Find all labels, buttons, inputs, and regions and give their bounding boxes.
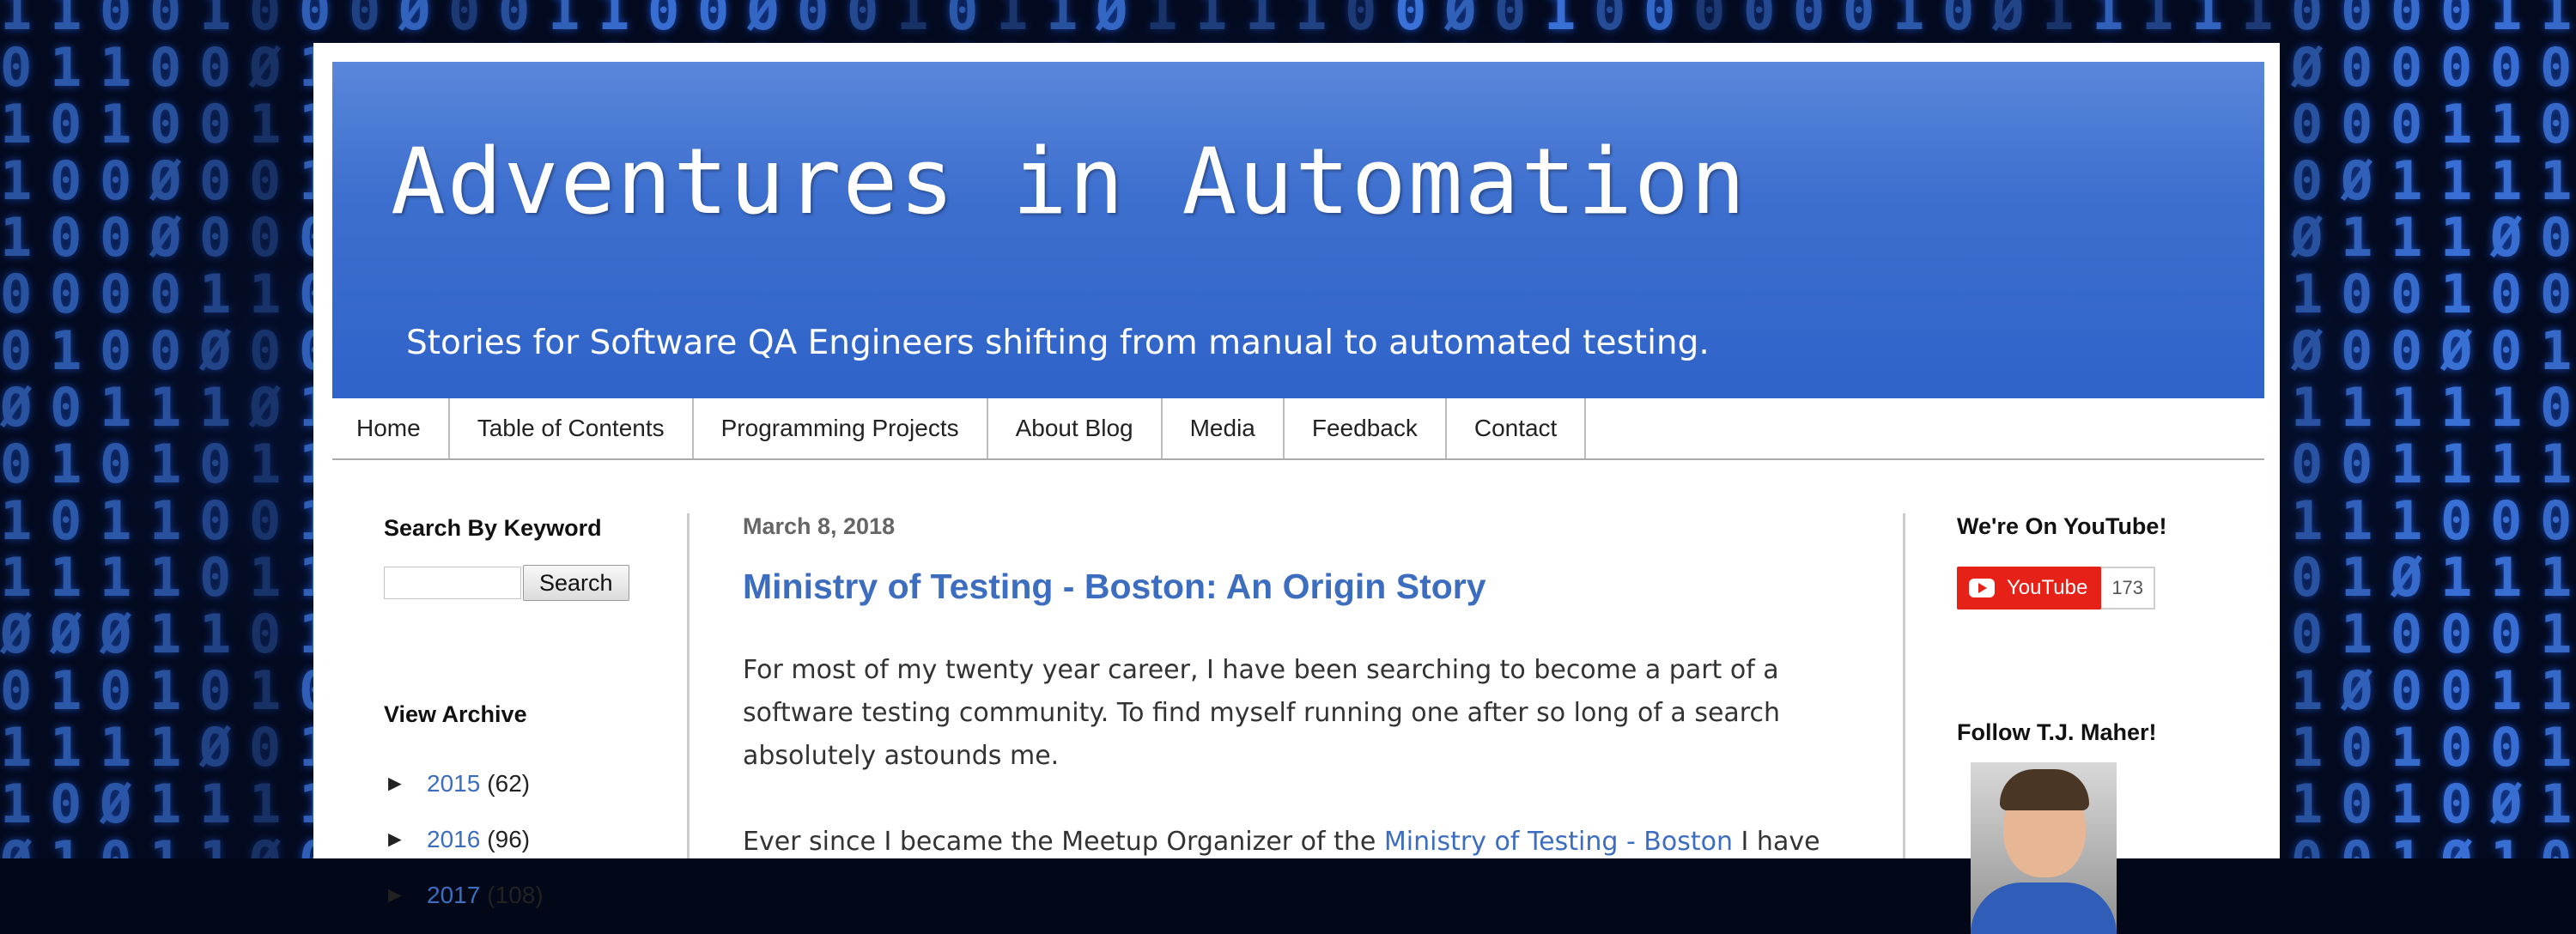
expand-triangle-icon[interactable]: ► — [384, 826, 427, 852]
matrix-code-column: 0 Ø 1 0 0 1 0 Ø 1 0 1 0 1 0 1 Ø Ø — [249, 0, 282, 858]
ministry-of-testing-link[interactable]: Ministry of Testing - Boston — [1384, 827, 1733, 857]
post-text: I have — [1733, 827, 1820, 857]
search-button[interactable]: Search — [523, 565, 629, 601]
youtube-subscribe: YouTube 173 — [1957, 567, 2156, 610]
post-paragraph: For most of my twenty year career, I hav… — [743, 655, 1780, 771]
search-input[interactable] — [384, 567, 521, 599]
matrix-code-column: 1 0 1 1 Ø 0 0 1 1 0 1 0 1 0 Ø 1 1 — [2490, 0, 2523, 858]
right-sidebar: We're On YouTube! YouTube 173 Follow T.J… — [1957, 513, 2215, 934]
blog-title[interactable]: Adventures in Automation — [391, 129, 1747, 234]
expand-triangle-icon[interactable]: ► — [384, 882, 427, 908]
tab-programming-projects[interactable]: Programming Projects — [694, 398, 988, 458]
matrix-code-column: 0 0 0 Ø 1 0 0 1 0 1 1 1 Ø 0 0 0 Ø — [2341, 0, 2373, 858]
avatar-hair — [2000, 769, 2089, 810]
matrix-code-column: 0 0 0 1 1 0 0 1 1 1 Ø 0 0 1 1 1 1 — [2391, 0, 2423, 858]
search-form: Search — [384, 565, 629, 601]
post-title-link[interactable]: Ministry of Testing - Boston: An Origin … — [743, 567, 1486, 607]
youtube-widget-title: We're On YouTube! — [1957, 513, 2167, 539]
tab-table-of-contents[interactable]: Table of Contents — [450, 398, 694, 458]
expand-triangle-icon[interactable]: ► — [384, 770, 427, 797]
post-body: For most of my twenty year career, I hav… — [743, 649, 1825, 907]
avatar-shirt — [1971, 882, 2117, 934]
archive-item-2015: ► 2015 (62) — [384, 755, 544, 811]
matrix-code-column: 1 0 0 0 0 1 Ø 1 0 0 0 1 0 Ø 1 1 0 — [199, 0, 232, 858]
tab-home[interactable]: Home — [332, 398, 450, 458]
post-paragraph: Ever since I became the Meetup Organizer… — [743, 821, 1825, 864]
left-sidebar: Search By Keyword Search View Archive ► … — [384, 515, 667, 908]
archive-list: ► 2015 (62) ► 2016 (96) ► 2017 (108) — [384, 755, 544, 923]
author-avatar[interactable] — [1971, 762, 2117, 934]
youtube-subscriber-count: 173 — [2101, 567, 2156, 610]
youtube-play-icon — [1969, 579, 1995, 597]
matrix-code-column: 0 0 0 Ø Ø 0 0 1 1 1 1 1 1 1 1 1 0 — [149, 0, 182, 858]
column-divider — [687, 513, 690, 858]
matrix-code-column: 1 1 0 0 0 0 1 0 1 0 1 Ø 1 1 0 1 1 — [50, 0, 82, 858]
archive-count: (62) — [487, 769, 531, 797]
column-divider — [1903, 513, 1905, 858]
youtube-subscribe-button[interactable]: YouTube — [1957, 567, 2102, 610]
post-date: March 8, 2018 — [743, 513, 896, 539]
tab-feedback[interactable]: Feedback — [1285, 398, 1447, 458]
matrix-code-column: 1 0 1 1 1 0 0 Ø 0 1 1 Ø 0 1 1 Ø 1 — [0, 0, 33, 858]
archive-count: (108) — [487, 881, 544, 908]
blog-page: Adventures in Automation Stories for Sof… — [313, 43, 2280, 934]
archive-count: (96) — [487, 825, 531, 852]
main-post: March 8, 2018 Ministry of Testing - Bost… — [743, 513, 1859, 857]
archive-year-link[interactable]: 2016 — [427, 826, 480, 853]
follow-widget-title: Follow T.J. Maher! — [1957, 719, 2157, 745]
tab-contact[interactable]: Contact — [1447, 398, 1587, 458]
archive-item-2017: ► 2017 (108) — [384, 867, 544, 923]
matrix-code-column: 0 1 1 0 0 0 0 1 0 1 1 Ø 0 1 Ø 0 1 — [100, 0, 132, 858]
matrix-code-column: 0 0 1 1 1 1 Ø 1 1 0 1 0 0 0 0 Ø 1 — [2440, 0, 2473, 858]
blog-description: Stories for Software QA Engineers shifti… — [406, 324, 1710, 362]
search-widget-title: Search By Keyword — [384, 515, 602, 541]
post-text: Ever since I became the Meetup Organizer… — [743, 827, 1384, 857]
blog-header: Adventures in Automation Stories for Sof… — [332, 62, 2264, 398]
tab-media[interactable]: Media — [1163, 398, 1285, 458]
tab-about-blog[interactable]: About Blog — [988, 398, 1163, 458]
matrix-code-column: 1 0 0 1 0 0 1 0 1 0 1 1 1 1 1 0 Ø — [2540, 0, 2573, 858]
archive-year-link[interactable]: 2015 — [427, 770, 480, 798]
matrix-code-column: 0 Ø 0 0 Ø 1 Ø 1 0 1 0 0 1 1 1 0 0 — [2291, 0, 2324, 858]
youtube-button-label: YouTube — [2007, 576, 2088, 599]
archive-item-2016: ► 2016 (96) — [384, 811, 544, 867]
archive-year-link[interactable]: 2017 — [427, 882, 480, 909]
archive-widget-title: View Archive — [384, 701, 527, 727]
page-tabs: Home Table of Contents Programming Proje… — [332, 398, 2264, 460]
